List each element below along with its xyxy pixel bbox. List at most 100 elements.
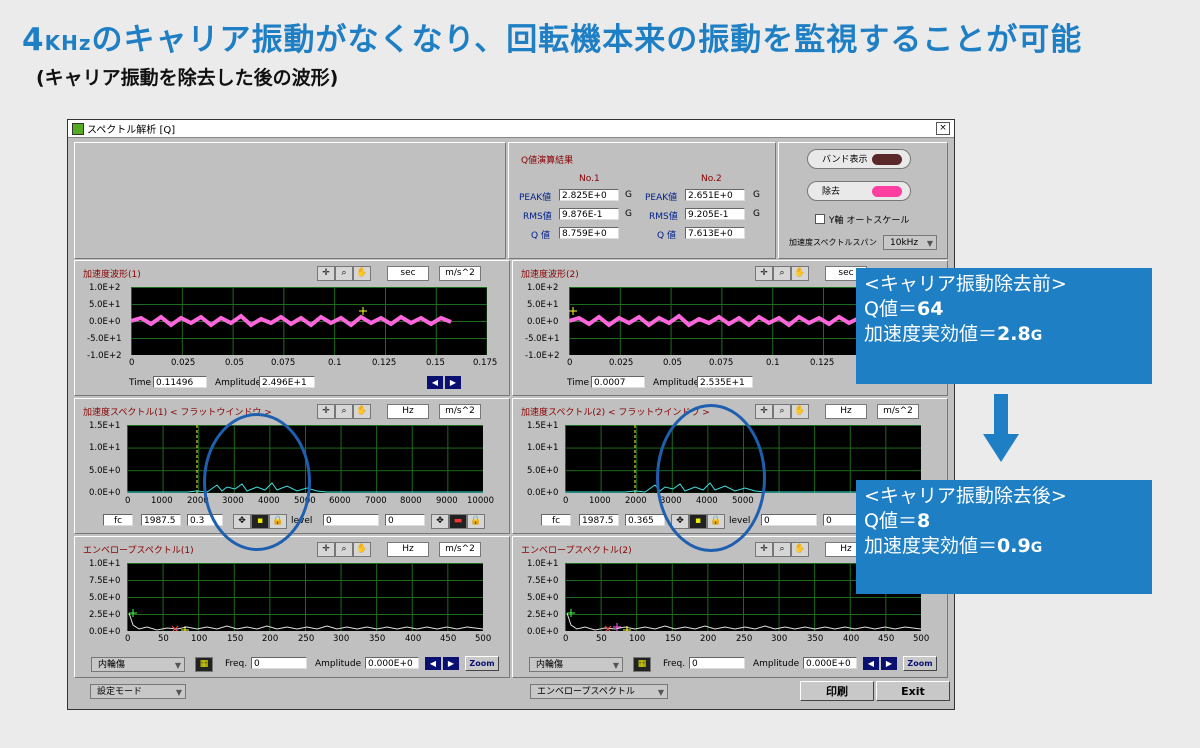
crosshair-tool-icon[interactable]: ✛ [317, 542, 335, 557]
hand-tool-icon[interactable]: ✋ [791, 266, 809, 281]
y-tick-label: -1.0E+2 [87, 351, 122, 361]
span-select[interactable]: 10kHz ▼ [883, 235, 937, 250]
x-tick-label: 100 [629, 634, 646, 644]
q-label-1: Q 値 [531, 231, 550, 241]
envelope-plot-1[interactable] [127, 563, 483, 631]
left-arrow-icon[interactable]: ◀ [427, 376, 443, 389]
app-window: スペクトル解析 [Q] × Q値演算結果 No.1 No.2 PEAK値 2.8… [67, 119, 955, 710]
unit-g: G [753, 209, 760, 219]
rms-label-2: RMS値 [649, 212, 678, 222]
level-line-icon[interactable]: ▬ [449, 514, 467, 529]
col-no1: No.1 [579, 174, 600, 184]
zoom-button[interactable]: Zoom [465, 656, 499, 671]
bearing-select[interactable]: 内輪傷 ▼ [91, 657, 185, 672]
fc-field[interactable]: 1987.5 [579, 514, 619, 526]
x-tick-label: 0.1 [328, 358, 342, 368]
rms-unit: G [1030, 540, 1043, 556]
x-tick-label: 350 [369, 634, 386, 644]
left-arrow-icon[interactable]: ◀ [863, 657, 879, 670]
print-button[interactable]: 印刷 [800, 681, 874, 701]
crosshair-tool-icon[interactable]: ✛ [755, 542, 773, 557]
crosshair-tool-icon[interactable]: ✛ [317, 266, 335, 281]
fc-label: fc [103, 514, 133, 526]
remove-label: 除去 [822, 187, 841, 197]
zoom-tool-icon[interactable]: ⌕ [773, 542, 791, 557]
envelope-mode-select[interactable]: エンベロープスペクトル ▼ [530, 684, 668, 699]
crosshair-tool-icon[interactable]: ✛ [755, 266, 773, 281]
hand-tool-icon[interactable]: ✋ [791, 404, 809, 419]
level-field-a[interactable]: 0 [761, 514, 817, 526]
hand-tool-icon[interactable]: ✋ [353, 266, 371, 281]
q-value: 8 [916, 510, 931, 532]
x-tick-label: 150 [227, 634, 244, 644]
zoom-tool-icon[interactable]: ⌕ [773, 404, 791, 419]
right-arrow-icon[interactable]: ▶ [445, 376, 461, 389]
x-tick-label: 0.025 [171, 358, 196, 368]
close-icon[interactable]: × [936, 122, 950, 135]
x-tick-label: 0 [563, 496, 569, 506]
x-tick-label: 450 [440, 634, 457, 644]
time-field[interactable]: 0.11496 [153, 376, 207, 388]
x-tick-label: 400 [843, 634, 860, 644]
remove-lamp [872, 186, 902, 197]
exit-button[interactable]: Exit [876, 681, 950, 701]
zoom-tool-icon[interactable]: ⌕ [335, 542, 353, 557]
chevron-down-icon: ▼ [657, 688, 664, 697]
x-tick-label: 350 [807, 634, 824, 644]
move-cursor-icon[interactable]: ✥ [431, 514, 449, 529]
cursor-arrows[interactable]: ◀ ▶ [863, 657, 897, 670]
settings-mode-select[interactable]: 設定モード ▼ [90, 684, 186, 699]
cursor-style-icon[interactable]: ▦ [633, 657, 651, 672]
remove-button[interactable]: 除去 [807, 181, 911, 201]
right-arrow-icon[interactable]: ▶ [881, 657, 897, 670]
hand-tool-icon[interactable]: ✋ [353, 542, 371, 557]
bandwidth-field[interactable]: 0.365 [625, 514, 665, 526]
cursor-arrows[interactable]: ◀ ▶ [425, 657, 459, 670]
freq-field[interactable]: 0 [689, 657, 745, 669]
x-tick-label: 450 [878, 634, 895, 644]
rms-value-2: 9.205E-1 [685, 208, 745, 220]
band-display-button[interactable]: バンド表示 [807, 149, 911, 169]
waveform-panel-1: 加速度波形(1) ✛ ⌕ ✋ sec m/s^2 1.0E+2 5.0E+1 0… [74, 260, 510, 396]
left-arrow-icon[interactable]: ◀ [425, 657, 441, 670]
span-label: 加速度スペクトルスパン [789, 238, 877, 247]
waveform-plot-1[interactable] [131, 287, 487, 355]
freq-label: Freq. [663, 659, 686, 669]
envelope-mode-value: エンベロープスペクトル [537, 687, 635, 697]
fc-field[interactable]: 1987.5 [141, 514, 181, 526]
lock-icon[interactable]: 🔒 [467, 514, 485, 529]
right-arrow-icon[interactable]: ▶ [443, 657, 459, 670]
crosshair-tool-icon[interactable]: ✛ [755, 404, 773, 419]
level-field-b[interactable]: 0 [385, 514, 425, 526]
cursor-arrows[interactable]: ◀ ▶ [427, 376, 461, 389]
hand-tool-icon[interactable]: ✋ [791, 542, 809, 557]
y-tick-label: 2.5E+0 [527, 610, 559, 620]
x-tick-label: 300 [333, 634, 350, 644]
rms-label-1: RMS値 [523, 212, 552, 222]
x-unit-label: sec [387, 266, 429, 281]
peak-label-1: PEAK値 [519, 193, 552, 203]
level-field-a[interactable]: 0 [323, 514, 379, 526]
zoom-tool-icon[interactable]: ⌕ [773, 266, 791, 281]
time-field[interactable]: 0.0007 [591, 376, 645, 388]
amplitude-label: Amplitude [753, 659, 800, 669]
amplitude-label: Amplitude [315, 659, 362, 669]
bearing-select[interactable]: 内輪傷 ▼ [529, 657, 623, 672]
cursor-style-icon[interactable]: ▦ [195, 657, 213, 672]
x-tick-label: 200 [700, 634, 717, 644]
hand-tool-icon[interactable]: ✋ [353, 404, 371, 419]
zoom-button[interactable]: Zoom [903, 656, 937, 671]
zoom-tool-icon[interactable]: ⌕ [335, 266, 353, 281]
y-tick-label: 5.0E+1 [89, 300, 121, 310]
callout-before-rms: 加速度実効値＝2.8G [864, 322, 1144, 349]
waveform-title-2: 加速度波形(2) [521, 270, 579, 280]
y-tick-label: -5.0E+1 [525, 334, 560, 344]
rms-value: 2.8 [997, 323, 1031, 345]
x-tick-label: 0.05 [663, 358, 682, 368]
y-autoscale-checkbox[interactable] [815, 214, 825, 224]
crosshair-tool-icon[interactable]: ✛ [317, 404, 335, 419]
q-value-2: 7.613E+0 [685, 227, 745, 239]
freq-field[interactable]: 0 [251, 657, 307, 669]
col-no2: No.2 [701, 174, 722, 184]
zoom-tool-icon[interactable]: ⌕ [335, 404, 353, 419]
